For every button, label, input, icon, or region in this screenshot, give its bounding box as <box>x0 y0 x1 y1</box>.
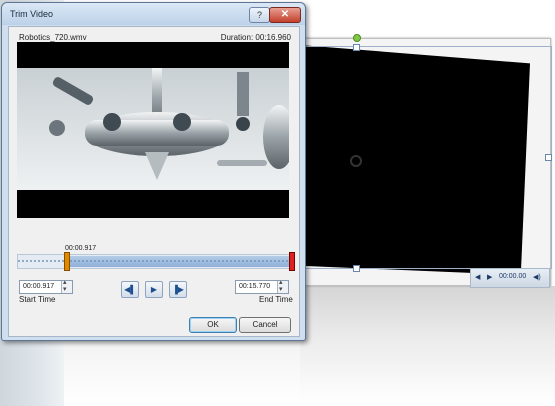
previous-frame-icon: ◀▌ <box>124 285 136 294</box>
end-time-field[interactable]: 00:15.770 <box>235 278 289 294</box>
end-marker[interactable] <box>289 252 295 271</box>
resize-handle-top[interactable] <box>353 44 360 51</box>
play-icon: ▶ <box>150 285 158 294</box>
dialog-titlebar[interactable]: Trim Video ? ✕ <box>2 3 305 25</box>
player-time: 00:00.00 <box>499 273 527 280</box>
cancel-button[interactable]: Cancel <box>239 317 291 333</box>
next-frame-icon: ▐▶ <box>172 285 184 294</box>
resize-handle-bottom[interactable] <box>353 265 360 272</box>
video-player-bar: ◀ ▶ 00:00.00 ◀) <box>470 268 550 288</box>
start-time-field[interactable]: 00:00.917 <box>19 278 73 294</box>
close-icon[interactable]: ✕ <box>269 7 301 23</box>
current-time: 00:00.917 <box>65 245 97 252</box>
start-marker[interactable] <box>64 252 70 271</box>
dialog-title: Trim Video <box>10 9 54 19</box>
duration-label: Duration: <box>220 33 254 42</box>
track-waveform <box>18 260 294 262</box>
start-time-spinner[interactable] <box>61 278 72 293</box>
end-time-value: 00:15.770 <box>239 283 271 290</box>
trim-video-dialog: Trim Video ? ✕ Robotics_720.wmv Duration… <box>1 2 306 341</box>
rotation-handle[interactable] <box>353 34 361 42</box>
duration-value: 00:16.960 <box>255 33 291 42</box>
next-frame-button[interactable]: ▐▶ <box>169 281 187 298</box>
video-frame-image <box>17 68 289 190</box>
dialog-client: Robotics_720.wmv Duration: 00:16.960 00:… <box>8 26 300 337</box>
duration: Duration: 00:16.960 <box>221 33 291 42</box>
file-name: Robotics_720.wmv <box>19 33 87 42</box>
ok-button[interactable]: OK <box>189 317 237 333</box>
start-time-label: Start Time <box>19 295 56 304</box>
rewind-icon[interactable]: ◀ <box>475 273 480 281</box>
end-time-label: End Time <box>259 295 293 304</box>
play-icon[interactable]: ▶ <box>487 273 492 281</box>
help-icon[interactable]: ? <box>249 7 270 23</box>
end-time-spinner[interactable] <box>277 278 288 293</box>
play-button[interactable]: ▶ <box>145 281 163 298</box>
resize-handle-right[interactable] <box>545 154 552 161</box>
start-time-value: 00:00.917 <box>23 283 55 290</box>
volume-icon[interactable]: ◀) <box>533 273 541 281</box>
previous-frame-button[interactable]: ◀▌ <box>121 281 139 298</box>
video-preview[interactable] <box>17 42 289 218</box>
selection-outline <box>303 46 552 269</box>
trim-track[interactable] <box>17 252 295 271</box>
video-reflection <box>300 286 555 406</box>
